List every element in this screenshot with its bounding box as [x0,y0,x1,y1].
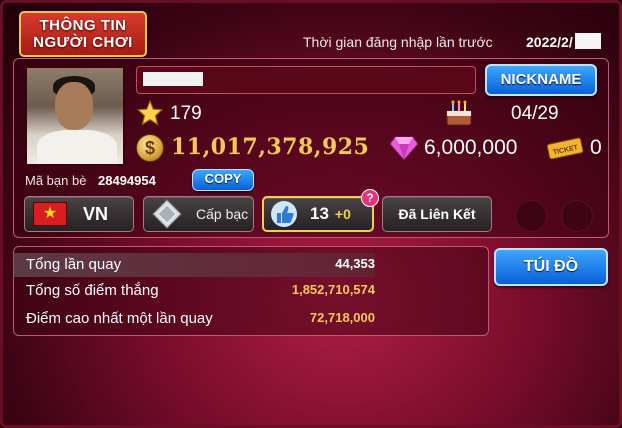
linked-label: Đã Liên Kết [398,206,476,222]
window-title-badge: THÔNG TIN NGƯỜI CHƠI [19,11,147,57]
redacted-date [575,33,601,49]
nickname-button[interactable]: NICKNAME [485,64,597,96]
stat-row: Điểm cao nhất một lần quay 72,718,000 [13,307,375,331]
stat-label: Điểm cao nhất một lần quay [26,310,213,327]
copy-button[interactable]: COPY [192,169,254,191]
coin-icon: $ [136,134,164,162]
thumbs-up-icon [271,201,297,227]
level-value: 179 [170,103,202,124]
player-info-window: THÔNG TIN NGƯỜI CHƠI Thời gian đăng nhập… [0,0,622,428]
empty-slot-2 [561,200,593,232]
birthday-value: 04/29 [511,103,559,124]
redacted-name [143,72,203,86]
flag-vn-icon [33,202,67,226]
gem-icon [389,136,419,161]
rank-label: Cấp bạc [196,206,249,222]
rank-badge[interactable]: Cấp bạc [143,196,254,232]
ticket-icon: TICKET [546,137,584,159]
country-badge[interactable]: VN [24,196,134,232]
stat-label: Tổng số điểm thắng [26,282,159,299]
stat-value: 44,353 [335,256,375,271]
stat-row: Tổng lần quay 44,353 [13,253,375,277]
stat-label: Tổng lần quay [26,256,122,273]
country-code: VN [83,203,109,224]
linked-account-button[interactable]: Đã Liên Kết [382,196,492,232]
coin-balance: 11,017,378,925 [171,134,370,160]
friend-code-label: Mã bạn bè [25,173,87,188]
friend-code-value: 28494954 [98,173,156,188]
title-line-2: NGƯỜI CHƠI [33,34,133,51]
inventory-button[interactable]: TÚI ĐỒ [494,248,608,286]
cake-icon [446,100,472,126]
star-icon [137,100,163,126]
stat-row: Tổng số điểm thắng 1,852,710,574 [13,279,375,303]
avatar[interactable] [25,66,125,166]
title-line-1: THÔNG TIN [39,17,127,34]
last-login-value: 2022/2/ [526,34,573,50]
like-badge[interactable]: 13 +0 [262,196,374,232]
diamond-icon [152,199,182,229]
stat-value: 72,718,000 [309,310,375,325]
help-icon[interactable]: ? [361,189,379,207]
stat-value: 1,852,710,574 [291,282,375,297]
like-count: 13 [310,204,329,223]
last-login-label: Thời gian đăng nhập lần trước [303,34,493,50]
empty-slot-1 [515,200,547,232]
ticket-balance: 0 [590,136,602,159]
like-delta: +0 [334,206,351,222]
gem-balance: 6,000,000 [424,136,518,159]
